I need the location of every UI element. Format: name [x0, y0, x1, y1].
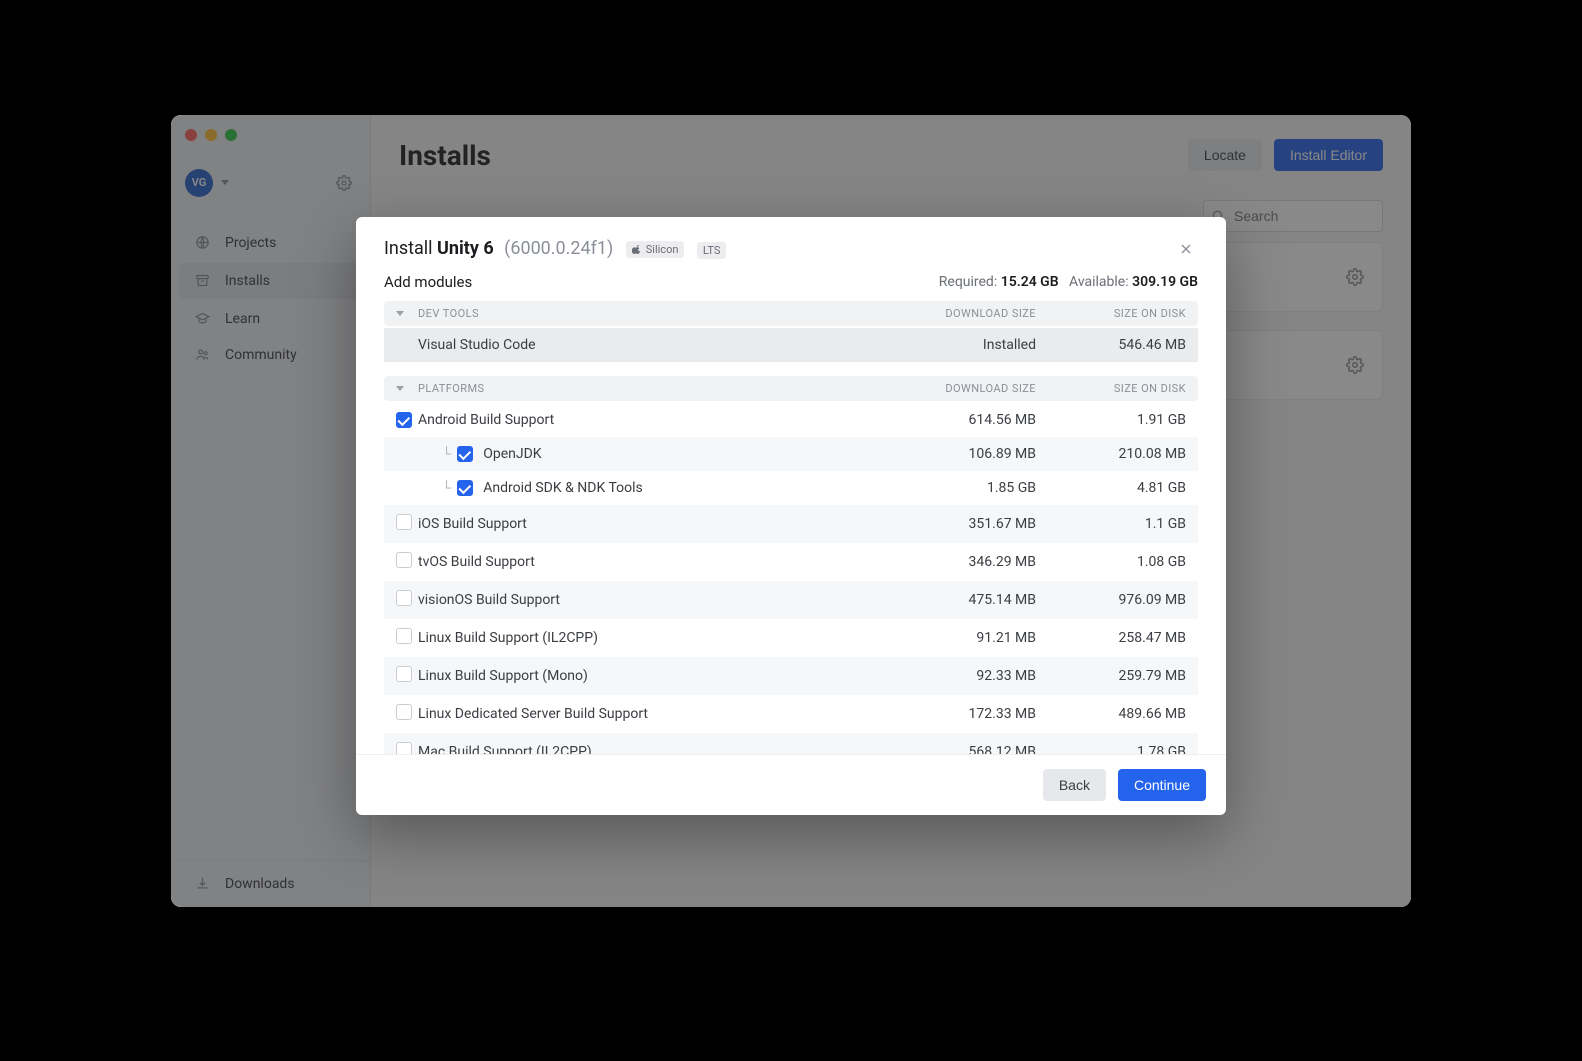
module-row: Linux Dedicated Server Build Support 172.… — [384, 695, 1198, 733]
module-checkbox[interactable] — [396, 514, 412, 530]
tree-connector-icon: └ — [442, 480, 451, 496]
module-disk-size: 210.08 MB — [1036, 446, 1186, 462]
col-disk-label: SIZE ON DISK — [1036, 382, 1186, 395]
module-download-size: 92.33 MB — [886, 668, 1036, 684]
module-checkbox[interactable] — [396, 628, 412, 644]
module-download-size: Installed — [886, 337, 1036, 353]
close-icon — [1178, 241, 1194, 257]
apple-icon — [632, 244, 642, 254]
module-download-size: 614.56 MB — [886, 412, 1036, 428]
module-row: Visual Studio Code Installed 546.46 MB — [384, 328, 1198, 362]
module-checkbox[interactable] — [457, 446, 473, 462]
module-name: Linux Build Support (IL2CPP) — [418, 630, 598, 646]
module-name: Linux Dedicated Server Build Support — [418, 706, 648, 722]
module-row: └ Android SDK & NDK Tools 1.85 GB4.81 GB — [384, 471, 1198, 505]
module-name: Mac Build Support (IL2CPP) — [418, 744, 592, 754]
modal-title-prefix: Install — [384, 238, 433, 259]
modal-footer: Back Continue — [356, 754, 1226, 815]
module-disk-size: 976.09 MB — [1036, 592, 1186, 608]
module-name: tvOS Build Support — [418, 554, 535, 570]
module-download-size: 1.85 GB — [886, 480, 1036, 496]
col-download-label: DOWNLOAD SIZE — [886, 307, 1036, 320]
module-checkbox[interactable] — [396, 704, 412, 720]
module-row: Linux Build Support (Mono) 92.33 MB259.79… — [384, 657, 1198, 695]
col-download-label: DOWNLOAD SIZE — [886, 382, 1036, 395]
module-name: OpenJDK — [483, 446, 541, 462]
continue-button[interactable]: Continue — [1118, 769, 1206, 801]
module-download-size: 106.89 MB — [886, 446, 1036, 462]
module-checkbox[interactable] — [396, 666, 412, 682]
module-disk-size: 489.66 MB — [1036, 706, 1186, 722]
module-name: iOS Build Support — [418, 516, 527, 532]
module-checkbox[interactable] — [457, 480, 473, 496]
module-checkbox[interactable] — [396, 412, 412, 428]
module-name: visionOS Build Support — [418, 592, 560, 608]
modules-scroll-area[interactable]: DEV TOOLS DOWNLOAD SIZE SIZE ON DISK Vis… — [384, 301, 1212, 754]
section-header-devtools[interactable]: DEV TOOLS DOWNLOAD SIZE SIZE ON DISK — [384, 301, 1198, 326]
module-download-size: 91.21 MB — [886, 630, 1036, 646]
module-disk-size: 259.79 MB — [1036, 668, 1186, 684]
module-row: iOS Build Support 351.67 MB1.1 GB — [384, 505, 1198, 543]
modal-header: Install Unity 6 (6000.0.24f1) Silicon LT… — [356, 217, 1226, 273]
module-disk-size: 1.08 GB — [1036, 554, 1186, 570]
module-disk-size: 4.81 GB — [1036, 480, 1186, 496]
modal-subheader: Add modules Required: 15.24 GB Available… — [356, 273, 1226, 301]
section-label: DEV TOOLS — [418, 307, 886, 320]
modal-version: (6000.0.24f1) — [504, 238, 613, 259]
add-modules-label: Add modules — [384, 273, 472, 291]
module-disk-size: 1.78 GB — [1036, 744, 1186, 754]
module-name: Android Build Support — [418, 412, 554, 428]
module-row: visionOS Build Support 475.14 MB976.09 MB — [384, 581, 1198, 619]
storage-summary: Required: 15.24 GB Available: 309.19 GB — [939, 274, 1198, 290]
module-disk-size: 1.91 GB — [1036, 412, 1186, 428]
col-disk-label: SIZE ON DISK — [1036, 307, 1186, 320]
module-download-size: 346.29 MB — [886, 554, 1036, 570]
module-row: Mac Build Support (IL2CPP) 568.12 MB1.78 … — [384, 733, 1198, 754]
lts-tag: LTS — [697, 242, 726, 259]
module-disk-size: 258.47 MB — [1036, 630, 1186, 646]
module-row: Android Build Support 614.56 MB1.91 GB — [384, 403, 1198, 438]
module-row: └ OpenJDK 106.89 MB210.08 MB — [384, 437, 1198, 471]
chevron-down-icon — [396, 386, 404, 391]
silicon-tag: Silicon — [626, 241, 685, 258]
module-download-size: 568.12 MB — [886, 744, 1036, 754]
section-header-platforms[interactable]: PLATFORMS DOWNLOAD SIZE SIZE ON DISK — [384, 376, 1198, 401]
modal-title: Install Unity 6 (6000.0.24f1) Silicon LT… — [384, 238, 726, 259]
module-download-size: 475.14 MB — [886, 592, 1036, 608]
module-row: tvOS Build Support 346.29 MB1.08 GB — [384, 543, 1198, 581]
back-button[interactable]: Back — [1043, 769, 1106, 801]
module-name: Android SDK & NDK Tools — [483, 480, 643, 496]
module-name: Visual Studio Code — [418, 337, 886, 353]
module-download-size: 351.67 MB — [886, 516, 1036, 532]
section-label: PLATFORMS — [418, 382, 886, 395]
module-row: Linux Build Support (IL2CPP) 91.21 MB258.… — [384, 619, 1198, 657]
chevron-down-icon — [396, 311, 404, 316]
module-checkbox[interactable] — [396, 552, 412, 568]
install-modules-modal: Install Unity 6 (6000.0.24f1) Silicon LT… — [356, 217, 1226, 815]
module-name: Linux Build Support (Mono) — [418, 668, 588, 684]
module-checkbox[interactable] — [396, 742, 412, 754]
modal-title-product: Unity 6 — [437, 238, 494, 259]
module-disk-size: 1.1 GB — [1036, 516, 1186, 532]
module-download-size: 172.33 MB — [886, 706, 1036, 722]
tree-connector-icon: └ — [442, 446, 451, 462]
module-disk-size: 546.46 MB — [1036, 337, 1186, 353]
module-checkbox[interactable] — [396, 590, 412, 606]
close-button[interactable] — [1174, 237, 1198, 261]
